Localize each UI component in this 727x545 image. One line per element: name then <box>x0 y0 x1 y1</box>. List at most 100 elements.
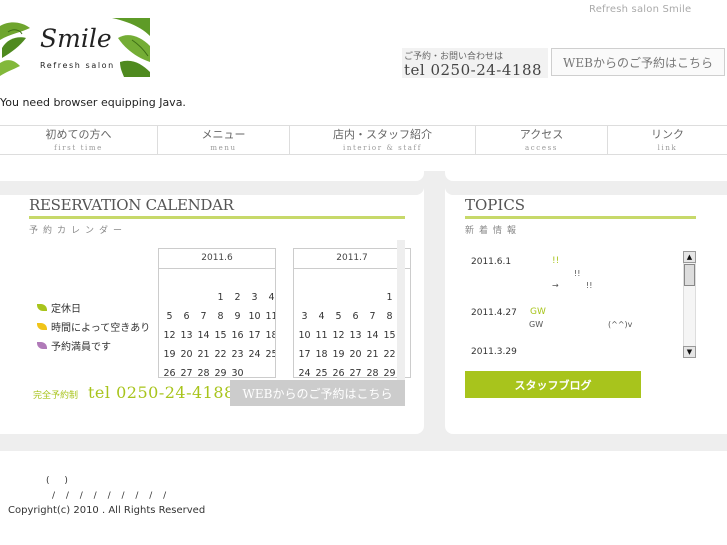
calendar-day[interactable]: 9 <box>229 311 246 322</box>
calendar-day[interactable]: 20 <box>347 349 364 360</box>
copyright: Copyright(c) 2010 . All Rights Reserved <box>8 505 206 516</box>
legend-label: 時間によって空きあり <box>51 323 151 334</box>
calendar-day[interactable]: 12 <box>330 330 347 341</box>
calendar-day[interactable]: 13 <box>178 330 195 341</box>
calendar-day[interactable]: 7 <box>364 311 381 322</box>
calendar-day[interactable]: 14 <box>364 330 381 341</box>
site-name: Refresh salon Smile <box>589 4 692 15</box>
reservation-only-label: 完全予約制 <box>33 391 79 401</box>
nav-item-access[interactable]: アクセス access <box>476 126 608 154</box>
month-header: 2011.7 <box>294 249 410 269</box>
calendar-day[interactable]: 30 <box>229 368 246 377</box>
calendar-day[interactable]: 21 <box>195 349 212 360</box>
web-reserve-button-calendar[interactable]: WEBからのご予約はこちら <box>230 380 405 406</box>
calendar-month-july: 2011.7 1 3 4 5 6 7 8 10 11 12 13 14 15 17 18 19 20 21 22 24… <box>293 248 411 378</box>
calendar-day[interactable]: 19 <box>330 349 347 360</box>
calendar-clip-edge <box>397 240 405 380</box>
calendar-day[interactable]: 22 <box>381 349 398 360</box>
calendar-day[interactable]: 1 <box>212 292 229 303</box>
calendar-day[interactable]: 5 <box>161 311 178 322</box>
calendar-day[interactable]: 2 <box>229 292 246 303</box>
calendar-day[interactable]: 28 <box>195 368 212 377</box>
calendar-day[interactable]: 8 <box>381 311 398 322</box>
calendar-day[interactable]: 10 <box>296 330 313 341</box>
calendar-tel: tel 0250-24-4188 <box>88 383 235 402</box>
calendar-day[interactable]: 21 <box>364 349 381 360</box>
calendar-day[interactable]: 17 <box>296 349 313 360</box>
calendar-day[interactable]: 6 <box>347 311 364 322</box>
topic-tag[interactable]: !! <box>552 256 559 266</box>
topic-note: → <box>552 281 559 290</box>
calendar-title: RESERVATION CALENDAR <box>29 196 234 214</box>
nav-item-link[interactable]: リンク link <box>608 126 727 154</box>
web-reserve-button[interactable]: WEBからのご予約はこちら <box>551 48 725 76</box>
nav-item-first-time[interactable]: 初めての方へ first time <box>0 126 158 154</box>
calendar-day[interactable]: 10 <box>246 311 263 322</box>
footer-links[interactable]: / / / / / / / / / <box>52 491 170 501</box>
calendar-day[interactable]: 24 <box>246 349 263 360</box>
topics-list: 2011.6.1 !! !! → !! 2011.4.27 GW GW (^^)… <box>465 250 696 360</box>
calendar-day[interactable]: 26 <box>161 368 178 377</box>
calendar-day[interactable]: 4 <box>313 311 330 322</box>
calendar-day[interactable]: 16 <box>229 330 246 341</box>
nav-item-interior-staff[interactable]: 店内・スタッフ紹介 interior & staff <box>290 126 476 154</box>
calendar-day[interactable]: 13 <box>347 330 364 341</box>
title-underline <box>465 216 696 219</box>
leaf-green-icon <box>37 304 47 311</box>
scroll-up-icon[interactable]: ▲ <box>683 251 696 263</box>
calendar-day[interactable]: 24 <box>296 368 313 377</box>
scroll-down-icon[interactable]: ▼ <box>683 346 696 358</box>
logo-subtitle: Refresh salon <box>40 61 115 70</box>
calendar-day[interactable]: 18 <box>263 330 275 341</box>
calendar-day[interactable]: 27 <box>178 368 195 377</box>
legend-partial: 時間によって空きあり <box>37 319 150 334</box>
calendar-day[interactable]: 1 <box>381 292 398 303</box>
nav-sublabel: access <box>525 144 558 152</box>
calendar-day[interactable]: 25 <box>263 349 275 360</box>
calendar-day[interactable]: 18 <box>313 349 330 360</box>
calendar-day[interactable]: 3 <box>296 311 313 322</box>
calendar-day[interactable]: 19 <box>161 349 178 360</box>
calendar-day[interactable]: 6 <box>178 311 195 322</box>
calendar-day[interactable]: 23 <box>229 349 246 360</box>
footer-line: ( ) <box>46 476 74 486</box>
panel-top-cap <box>445 171 727 181</box>
calendar-day[interactable]: 26 <box>330 368 347 377</box>
calendar-day[interactable]: 17 <box>246 330 263 341</box>
calendar-day[interactable]: 14 <box>195 330 212 341</box>
calendar-subtitle: 予約カレンダー <box>29 226 128 236</box>
calendar-day[interactable]: 22 <box>212 349 229 360</box>
nav-label: リンク <box>651 128 684 141</box>
calendar-day[interactable]: 27 <box>347 368 364 377</box>
calendar-day[interactable]: 15 <box>381 330 398 341</box>
nav-item-menu[interactable]: メニュー menu <box>158 126 290 154</box>
calendar-day[interactable]: 3 <box>246 292 263 303</box>
calendar-day[interactable]: 12 <box>161 330 178 341</box>
calendar-day[interactable]: 25 <box>313 368 330 377</box>
topic-date: 2011.6.1 <box>471 257 512 267</box>
topic-tag[interactable]: GW <box>530 307 546 317</box>
calendar-day[interactable]: 8 <box>212 311 229 322</box>
legend-label: 定休日 <box>51 304 81 315</box>
calendar-day[interactable]: 5 <box>330 311 347 322</box>
legend-closed-day: 定休日 <box>37 300 81 315</box>
month-header: 2011.6 <box>159 249 275 269</box>
calendar-day[interactable]: 4 <box>263 292 275 303</box>
staff-blog-button[interactable]: スタッフブログ <box>465 371 641 398</box>
scroll-thumb[interactable] <box>684 264 695 286</box>
nav-label: 初めての方へ <box>45 128 112 141</box>
calendar-day[interactable]: 11 <box>263 311 275 322</box>
main-nav: 初めての方へ first time メニュー menu 店内・スタッフ紹介 in… <box>0 125 727 155</box>
calendar-day[interactable]: 7 <box>195 311 212 322</box>
topic-note: !! <box>574 269 581 278</box>
panel-top-cap <box>0 171 424 181</box>
calendar-day[interactable]: 28 <box>364 368 381 377</box>
calendar-day[interactable]: 11 <box>313 330 330 341</box>
calendar-day[interactable]: 29 <box>212 368 229 377</box>
calendar-month-june: 2011.6 123456789101112131415161718192021… <box>158 248 276 378</box>
calendar-day[interactable]: 20 <box>178 349 195 360</box>
java-message: You need browser equipping Java. <box>0 96 186 109</box>
calendar-day[interactable]: 15 <box>212 330 229 341</box>
calendar-day[interactable]: 29 <box>381 368 398 377</box>
topic-note: !! <box>586 281 593 290</box>
